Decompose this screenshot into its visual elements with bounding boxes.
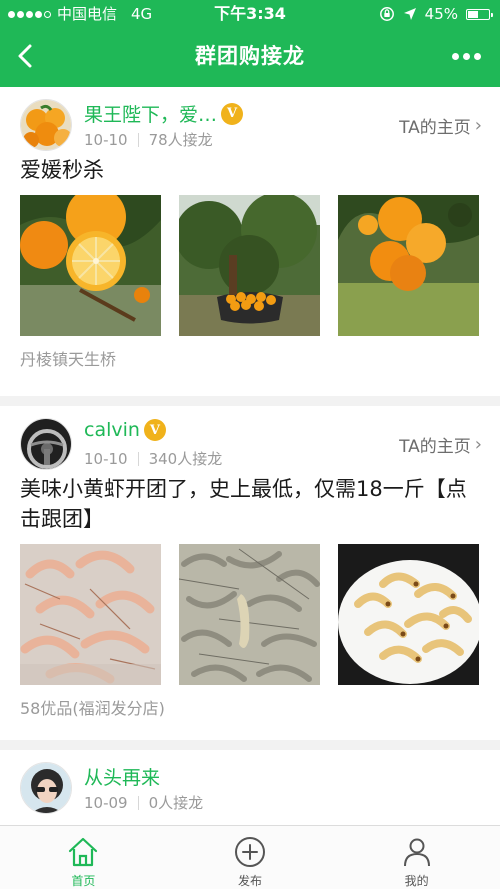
user-icon [403, 838, 430, 867]
status-bar: 中国电信 4G 下午3:34 45% [0, 0, 500, 28]
battery-icon [466, 8, 493, 20]
post-meta: 10-10 340人接龙 [84, 448, 222, 469]
feed-post[interactable]: 果王陛下，爱… V 10-10 78人接龙 TA的主页 › 爱媛秒杀 丹棱镇天生… [0, 87, 500, 396]
more-dots-icon [451, 52, 459, 60]
post-header: 果王陛下，爱… V 10-10 78人接龙 TA的主页 › [0, 87, 500, 155]
chevron-right-icon: › [474, 434, 482, 455]
top-bar: 中国电信 4G 下午3:34 45% 群团购接龙 [0, 0, 500, 87]
joined-count: 0人接龙 [148, 794, 204, 812]
author-name[interactable]: 果王陛下，爱… V [84, 100, 244, 127]
author-homepage-link[interactable]: TA的主页 › [399, 432, 482, 457]
post-meta: 10-09 0人接龙 [84, 792, 203, 813]
tab-publish-label: 发布 [238, 874, 263, 888]
post-date: 10-10 [84, 130, 128, 149]
joined-count: 78人接龙 [148, 131, 213, 149]
live-shrimp-photo[interactable] [179, 544, 320, 685]
photo-grid [20, 544, 480, 685]
feed-list[interactable]: 果王陛下，爱… V 10-10 78人接龙 TA的主页 › 爱媛秒杀 丹棱镇天生… [0, 87, 500, 825]
oranges-on-tree-photo[interactable] [338, 195, 479, 336]
page-title: 群团购接龙 [195, 44, 305, 68]
author-homepage-link[interactable]: TA的主页 › [399, 113, 482, 138]
status-right: 45% [379, 0, 493, 28]
app-screen: 中国电信 4G 下午3:34 45% 群团购接龙 果王陛下，爱… V 10-10… [0, 0, 500, 889]
author-name-text: 从头再来 [84, 767, 161, 789]
author-name-text: 果王陛下，爱… [84, 104, 218, 126]
post-location: 58优品(福润发分店) [20, 699, 165, 718]
verified-badge-icon: V [221, 102, 244, 125]
tab-mine-label: 我的 [404, 874, 429, 888]
meta-divider [137, 795, 139, 810]
meta-divider [137, 451, 139, 466]
tab-home[interactable]: 首页 [0, 826, 167, 889]
feed-post[interactable]: calvin V 10-10 340人接龙 TA的主页 › 美味小黄虾开团了，史… [0, 406, 500, 740]
more-button[interactable] [446, 42, 486, 70]
homepage-link-label: TA的主页 [399, 118, 471, 138]
avatar[interactable] [20, 99, 72, 151]
post-date: 10-09 [84, 793, 128, 812]
post-header: calvin V 10-10 340人接龙 TA的主页 › [0, 406, 500, 474]
tab-mine[interactable]: 我的 [333, 826, 500, 889]
avatar[interactable] [20, 762, 72, 814]
author-name-text: calvin [84, 419, 140, 441]
post-location: 丹棱镇天生桥 [20, 350, 117, 369]
post-header: 从头再来 10-09 0人接龙 [0, 750, 500, 818]
battery-percent: 45% [424, 5, 458, 23]
nav-bar: 群团购接龙 [0, 28, 500, 87]
avatar[interactable] [20, 418, 72, 470]
cooked-shrimp-photo[interactable] [338, 544, 479, 685]
bottom-tab-bar: 首页 发布 我的 [0, 825, 500, 889]
location-arrow-icon [403, 8, 416, 20]
plus-circle-icon [235, 837, 265, 867]
post-title[interactable]: 美味小黄虾开团了，史上最低，仅需18一斤【点击跟团】 [20, 474, 480, 534]
author-name[interactable]: 从头再来 [84, 763, 160, 790]
tab-publish[interactable]: 发布 [167, 826, 334, 889]
joined-count: 340人接龙 [148, 450, 223, 468]
post-meta: 10-10 78人接龙 [84, 129, 213, 150]
post-title[interactable]: 爱媛秒杀 [20, 155, 480, 185]
author-name[interactable]: calvin V [84, 419, 166, 441]
chevron-right-icon: › [474, 115, 482, 136]
homepage-link-label: TA的主页 [399, 437, 471, 457]
photo-grid [20, 195, 480, 336]
meta-divider [137, 132, 139, 147]
verified-badge-icon: V [143, 419, 166, 441]
home-icon [69, 837, 98, 867]
orange-cut-photo[interactable] [20, 195, 161, 336]
tab-home-label: 首页 [71, 874, 96, 888]
rotation-lock-icon [379, 7, 394, 21]
post-date: 10-10 [84, 449, 128, 468]
raw-shrimp-photo[interactable] [20, 544, 161, 685]
feed-post[interactable]: 从头再来 10-09 0人接龙 [0, 750, 500, 825]
orange-orchard-photo[interactable] [179, 195, 320, 336]
